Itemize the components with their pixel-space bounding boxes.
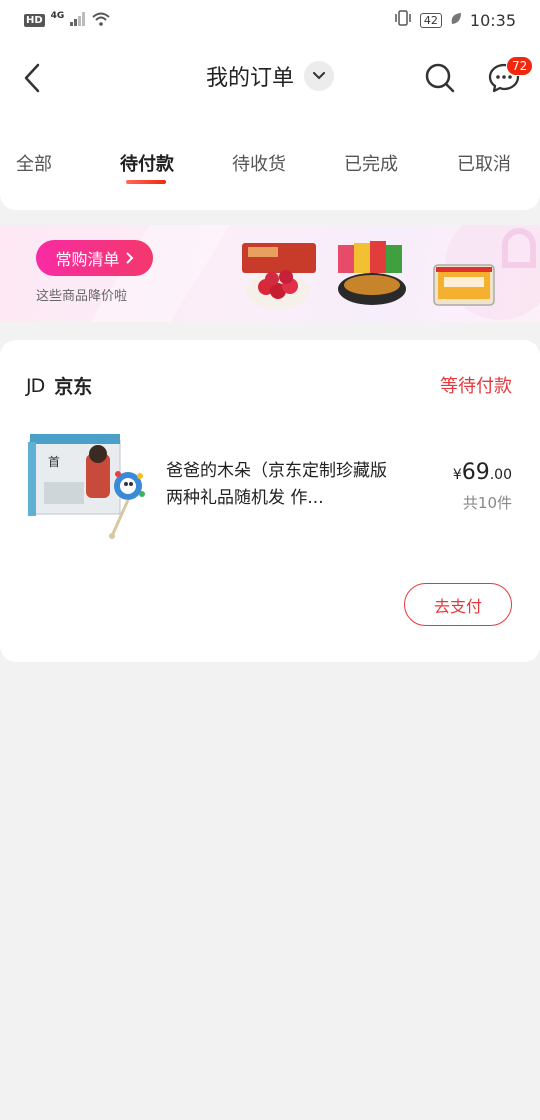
item-quantity: 共10件 xyxy=(462,494,512,512)
header: 我的订单 72 全部 待付款 待收货 已完成 已取消 xyxy=(0,40,540,210)
price-currency: ¥ xyxy=(452,467,462,483)
jd-logo: JD xyxy=(26,374,45,397)
item-price: ¥69.00 xyxy=(453,460,512,485)
price-decimal: .00 xyxy=(489,467,512,483)
tab-all[interactable]: 全部 xyxy=(0,150,74,176)
wifi-icon xyxy=(92,11,110,30)
tab-cancelled[interactable]: 已取消 xyxy=(444,150,524,176)
shop-row[interactable]: JD 京东 xyxy=(26,372,92,399)
signal-icon xyxy=(70,11,86,30)
tab-pending-payment[interactable]: 待付款 xyxy=(107,150,187,176)
status-bar: HD 4G 42 10:35 xyxy=(0,0,540,40)
item-name[interactable]: 爸爸的木朵（京东定制珍藏版 两种礼品随机发 作... xyxy=(166,458,406,512)
title-dropdown-button[interactable] xyxy=(304,61,334,91)
search-button[interactable] xyxy=(420,58,460,98)
svg-text:首: 首 xyxy=(48,455,60,469)
frequent-purchase-banner[interactable]: 常购清单 这些商品降价啦 xyxy=(0,225,540,322)
frequent-list-button[interactable]: 常购清单 xyxy=(36,240,153,276)
search-icon xyxy=(425,63,455,93)
price-integer: 69 xyxy=(461,460,490,485)
order-status: 等待付款 xyxy=(440,376,512,397)
message-count-badge: 72 xyxy=(506,56,534,76)
tab-pending-receipt[interactable]: 待收货 xyxy=(219,150,299,176)
vibrate-icon xyxy=(394,10,412,30)
tab-completed[interactable]: 已完成 xyxy=(331,150,411,176)
leaf-icon xyxy=(450,11,462,30)
product-image-box[interactable] xyxy=(430,239,498,311)
battery-indicator: 42 xyxy=(419,12,442,28)
active-tab-indicator xyxy=(126,180,166,184)
page-title: 我的订单 xyxy=(205,66,294,91)
network-type: 4G xyxy=(50,11,65,21)
clock-time: 10:35 xyxy=(469,10,516,30)
shop-name: 京东 xyxy=(54,376,93,398)
order-card[interactable]: JD 京东 等待付款 首 爸爸的木朵（京东定制珍藏版 两种礼品随机发 作... … xyxy=(0,340,540,662)
product-thumbnail[interactable]: 首 xyxy=(28,432,148,542)
frequent-list-label: 常购清单 xyxy=(55,250,120,269)
chevron-right-icon xyxy=(125,252,133,264)
product-image-snacks[interactable] xyxy=(334,239,412,311)
chevron-down-icon xyxy=(313,72,325,80)
hd-indicator: HD xyxy=(24,13,45,27)
product-image-dates[interactable] xyxy=(240,239,320,311)
banner-subtitle: 这些商品降价啦 xyxy=(36,289,128,304)
pay-button[interactable]: 去支付 xyxy=(404,583,512,626)
